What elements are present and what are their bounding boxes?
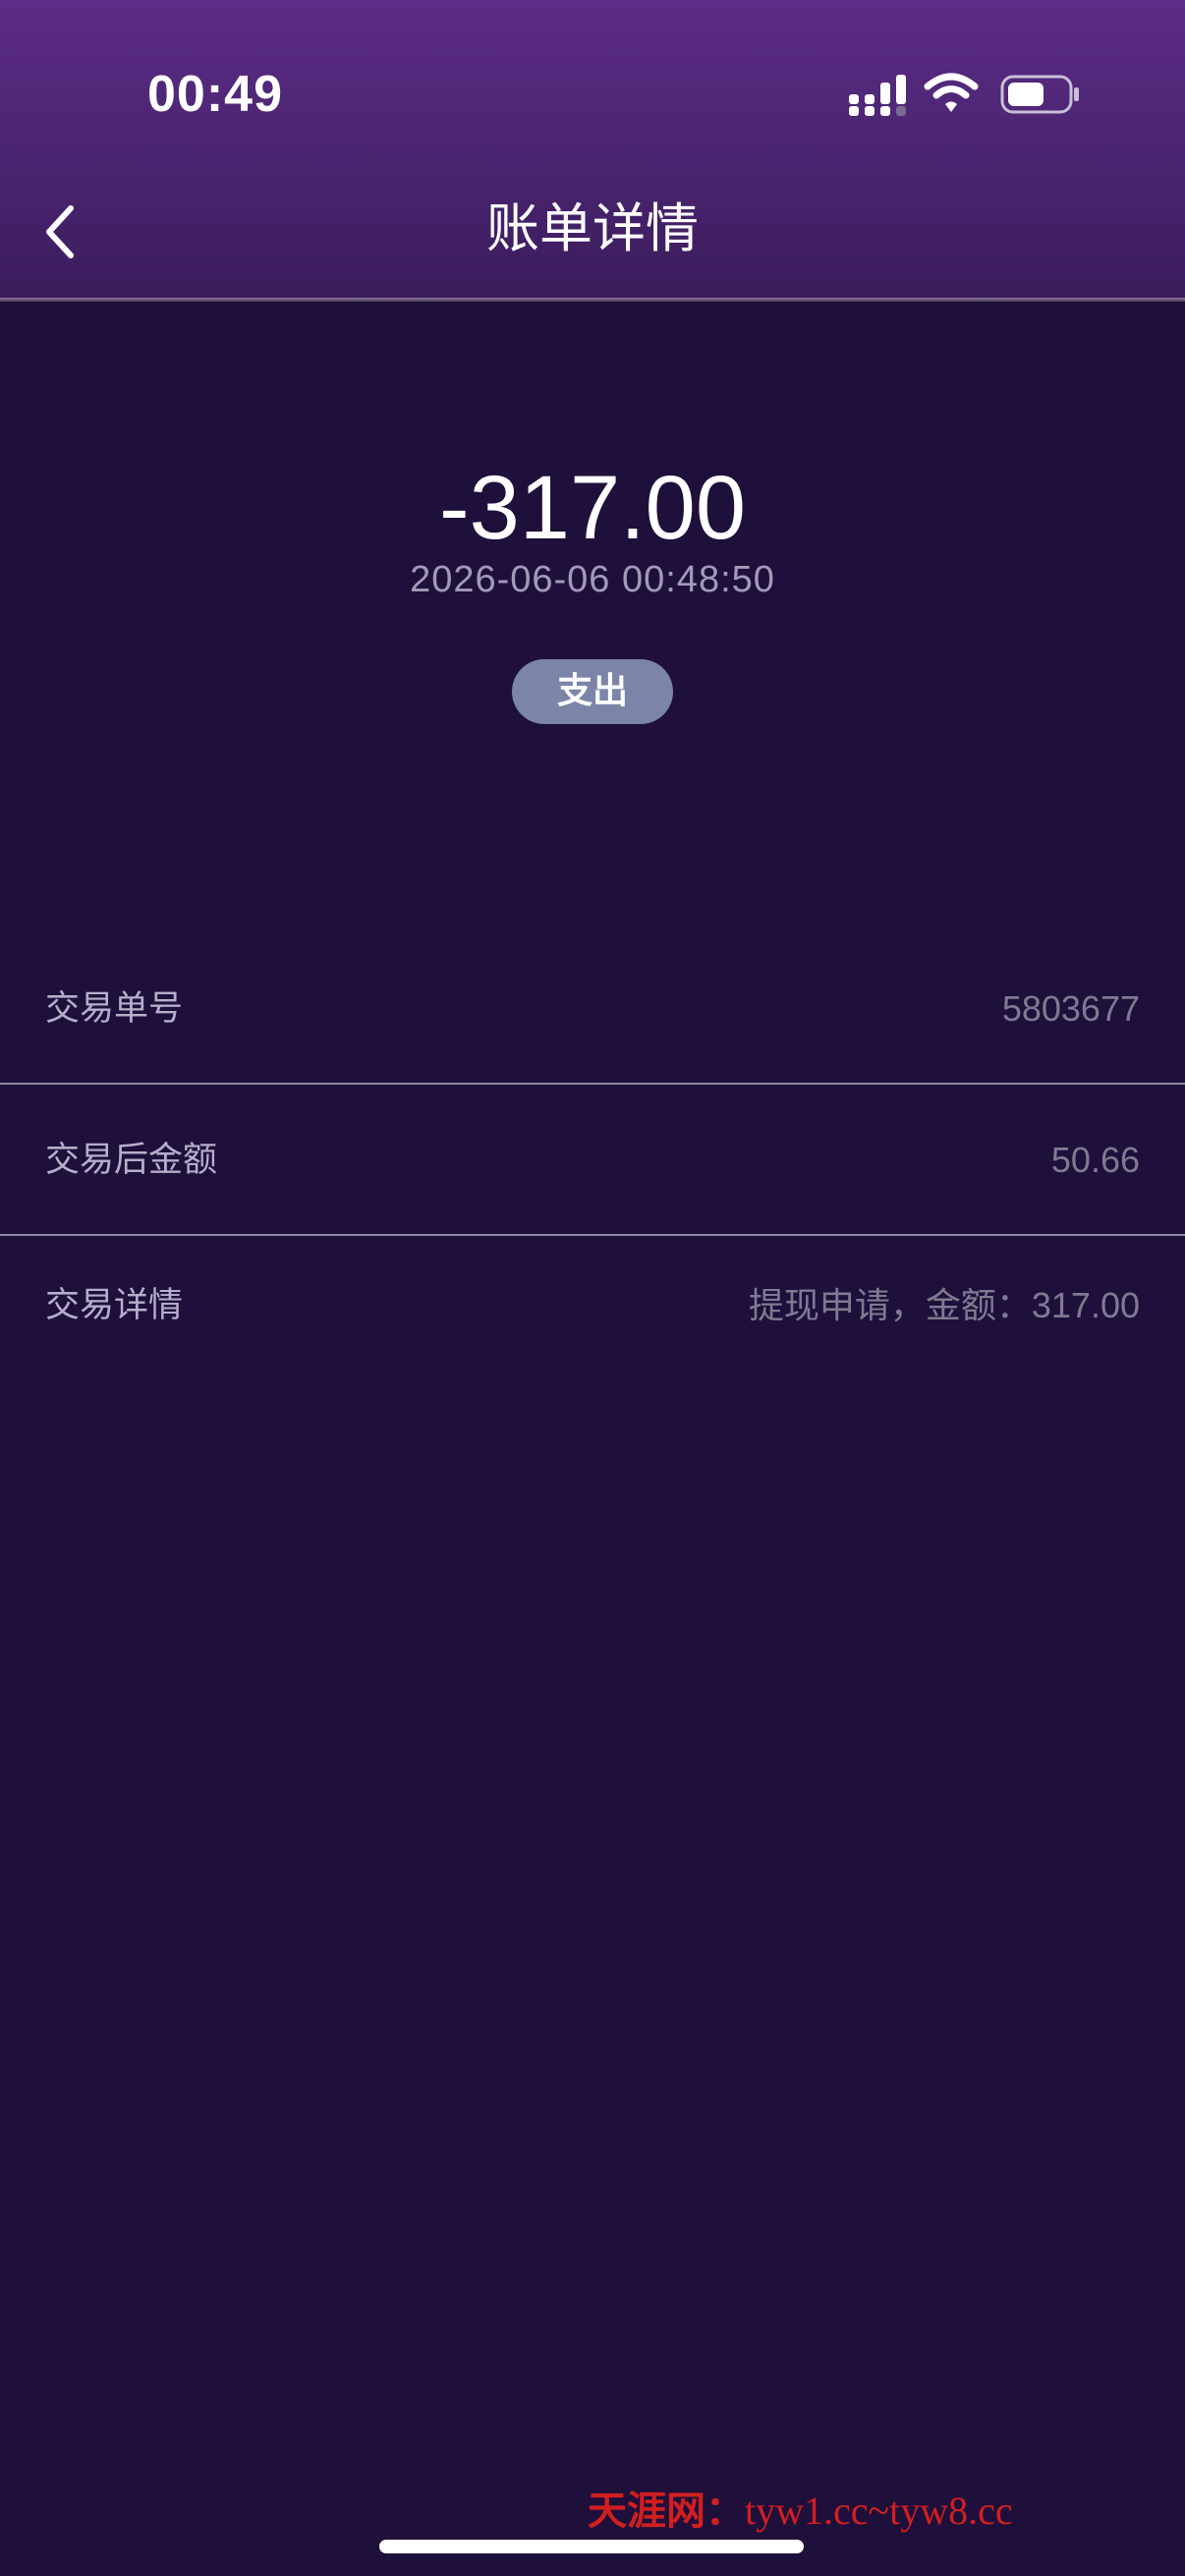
page-title: 账单详情 [486,197,699,259]
row-divider [0,1234,1185,1236]
watermark-text: tyw1.cc~tyw8.cc [745,2489,1013,2533]
wifi-icon [924,73,979,112]
header-divider [0,298,1185,302]
row-divider [0,1083,1185,1085]
signal-icon [849,75,906,116]
detail-label: 交易单号 [45,989,184,1029]
detail-label: 交易后金额 [45,1141,218,1180]
detail-label: 交易详情 [45,1286,184,1325]
status-time: 00:49 [147,66,283,123]
transaction-amount: -317.00 [438,458,747,558]
home-indicator[interactable] [379,2540,804,2553]
detail-value: 5803677 [1001,988,1140,1029]
detail-value: 提现申请，金额：317.00 [748,1285,1140,1325]
watermark: 天涯网：tyw1.cc~tyw8.cc [588,2484,1013,2539]
transaction-datetime: 2026-06-06 00:48:50 [410,559,775,600]
battery-icon [1000,75,1079,114]
detail-value: 50.66 [1050,1140,1140,1180]
bill-detail-page: 00:49 账单详情 -317.00 2026-06-06 00:48:50 支… [0,0,1185,2576]
transaction-type-badge: 支出 [512,659,673,724]
watermark-brand: 天涯网： [588,2489,745,2534]
